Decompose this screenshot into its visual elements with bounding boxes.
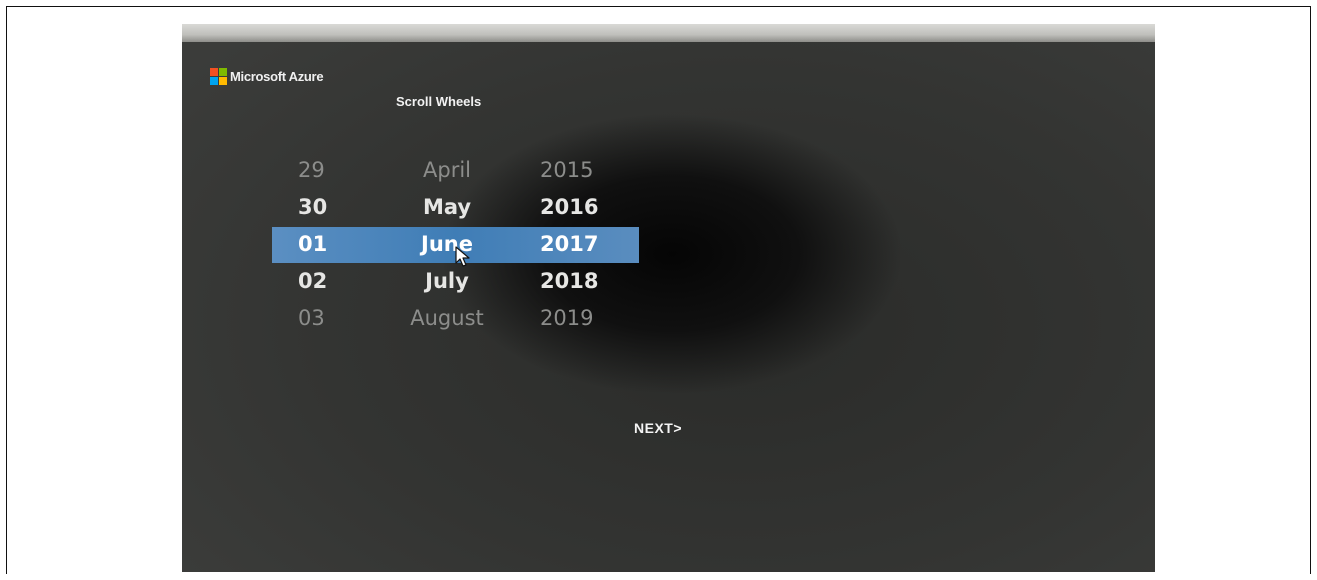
monitor-screen: Microsoft Azure Scroll Wheels 29 30 01 0… (182, 24, 1155, 572)
day-item[interactable]: 30 (298, 189, 358, 226)
year-scroll-wheel[interactable]: 2015 2016 2017 2018 2019 (540, 152, 620, 337)
year-item-selected[interactable]: 2017 (540, 226, 620, 263)
year-item[interactable]: 2016 (540, 189, 620, 226)
day-item[interactable]: 03 (298, 300, 358, 337)
month-scroll-wheel[interactable]: April May June July August (392, 152, 502, 337)
year-item[interactable]: 2015 (540, 152, 620, 189)
month-item[interactable]: August (392, 300, 502, 337)
microsoft-logo-icon (210, 68, 227, 85)
month-item[interactable]: April (392, 152, 502, 189)
page-title: Scroll Wheels (396, 94, 482, 109)
month-item-selected[interactable]: June (392, 226, 502, 263)
next-button[interactable]: NEXT> (634, 420, 682, 436)
year-item[interactable]: 2018 (540, 263, 620, 300)
brand-name: Microsoft Azure (230, 69, 324, 84)
day-scroll-wheel[interactable]: 29 30 01 02 03 (298, 152, 358, 337)
day-item-selected[interactable]: 01 (298, 226, 358, 263)
monitor-bezel (182, 24, 1155, 42)
mouse-cursor-icon (455, 246, 470, 267)
brand-logo: Microsoft Azure (210, 68, 324, 85)
day-item[interactable]: 02 (298, 263, 358, 300)
month-item[interactable]: May (392, 189, 502, 226)
month-item[interactable]: July (392, 263, 502, 300)
day-item[interactable]: 29 (298, 152, 358, 189)
year-item[interactable]: 2019 (540, 300, 620, 337)
